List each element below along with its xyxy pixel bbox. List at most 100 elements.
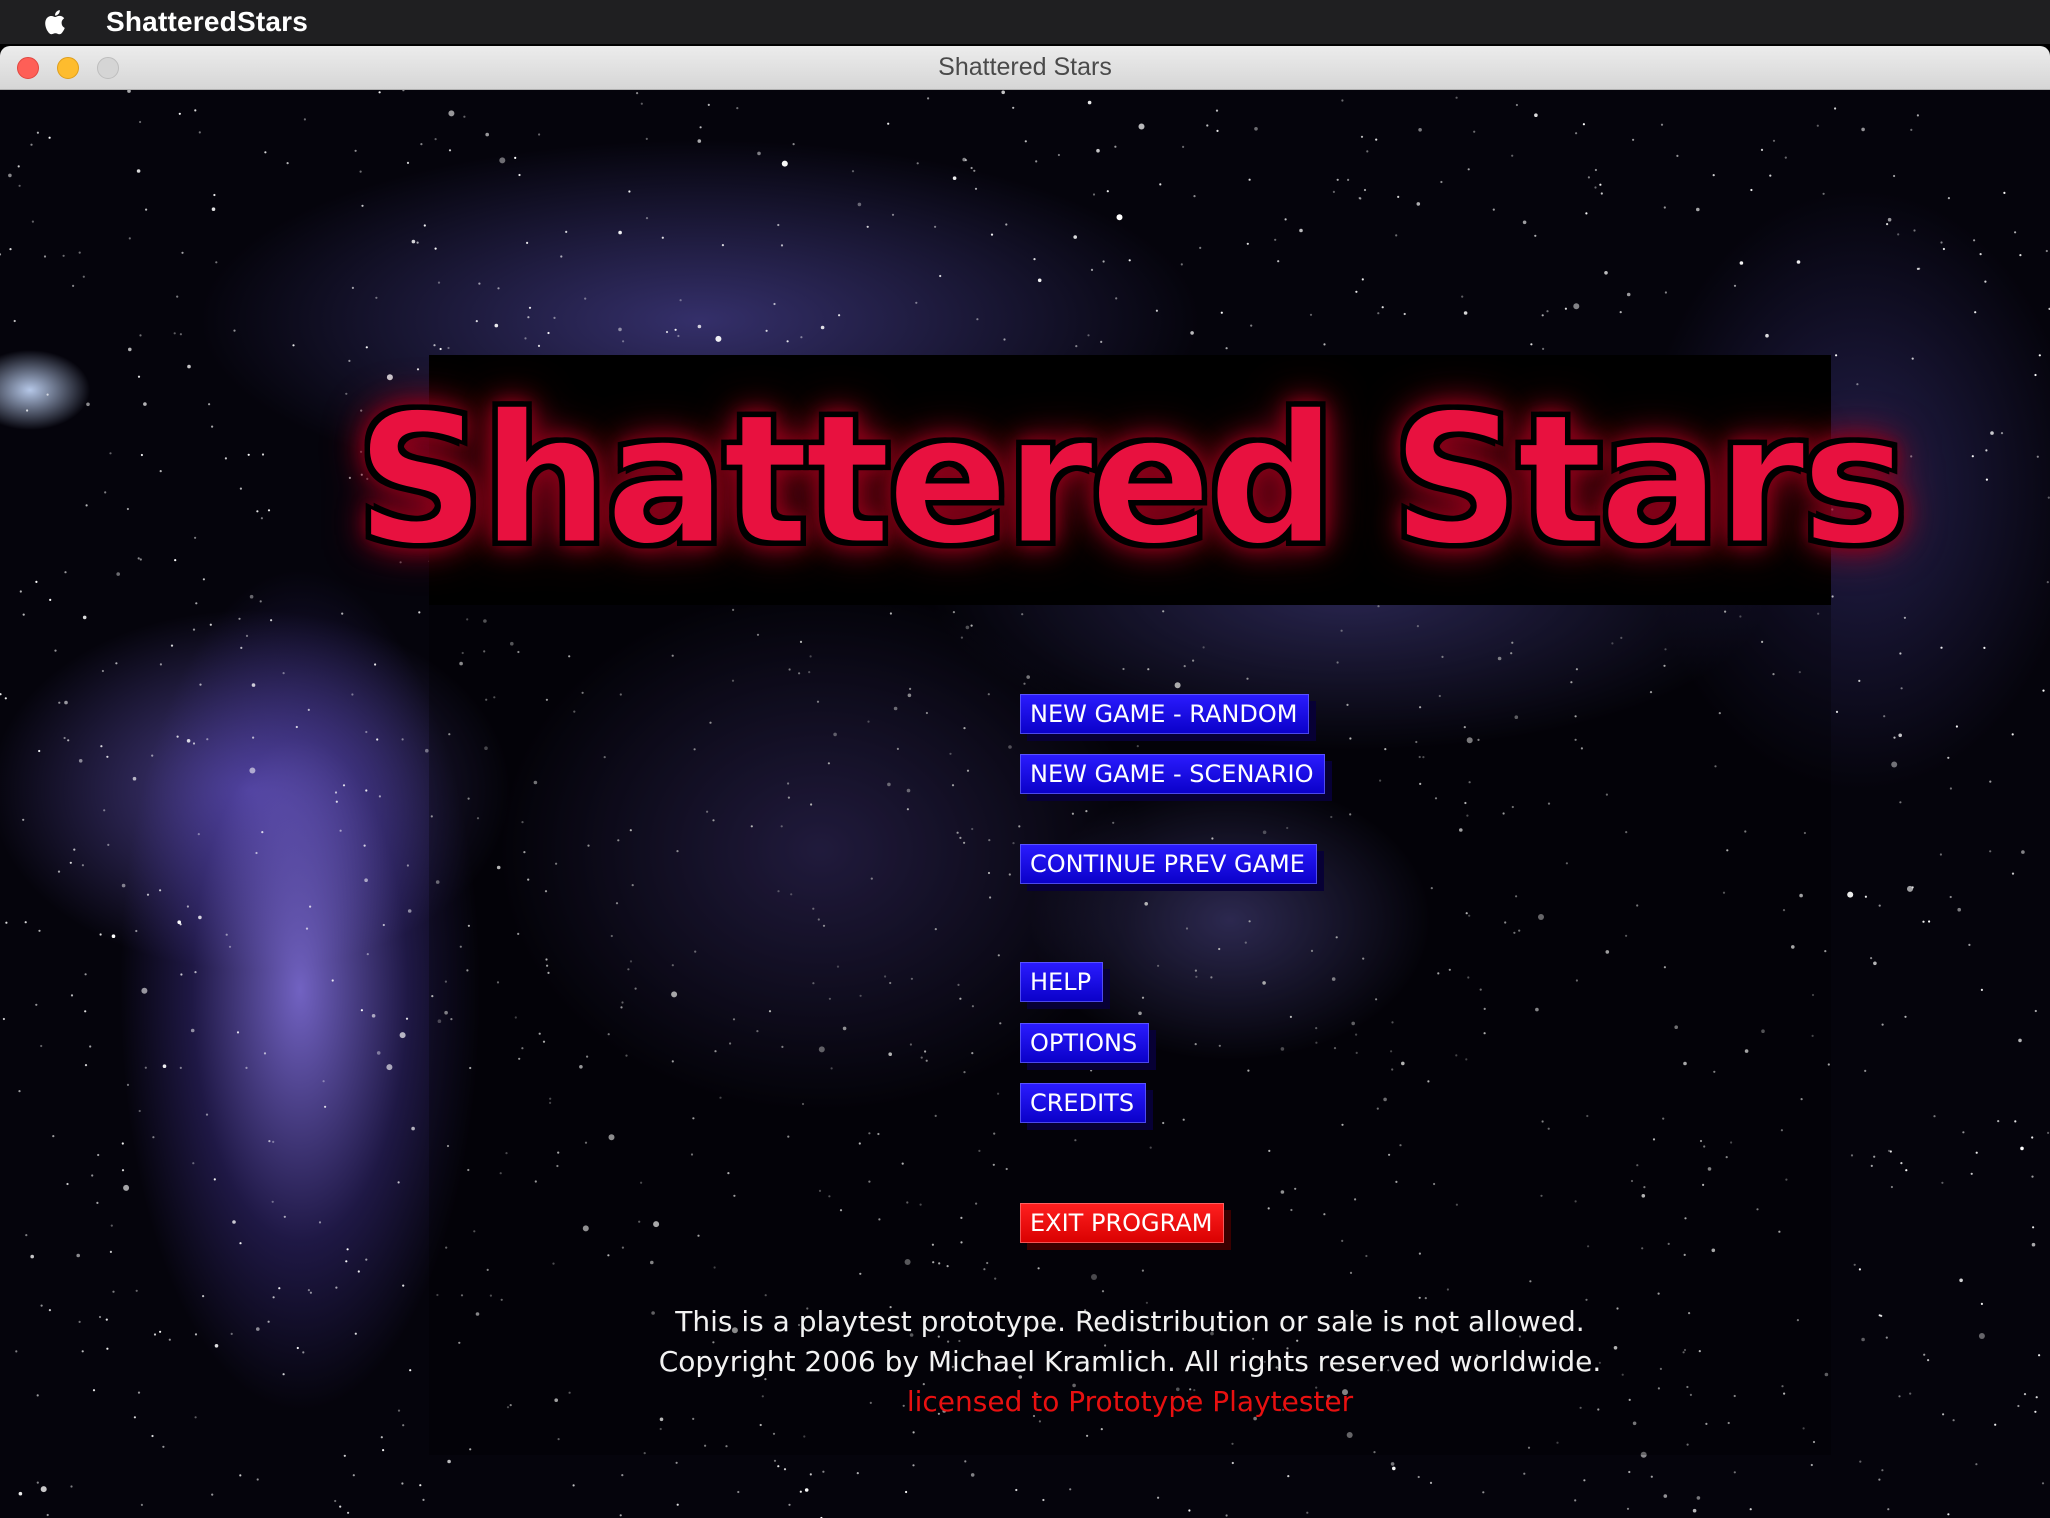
exit-program-button[interactable]: EXIT PROGRAM bbox=[1020, 1203, 1225, 1243]
star bbox=[228, 945, 232, 948]
star bbox=[699, 126, 702, 129]
window-zoom-button[interactable] bbox=[97, 57, 119, 79]
star bbox=[1870, 1164, 1873, 1167]
star bbox=[19, 590, 22, 593]
star bbox=[354, 149, 357, 152]
star bbox=[46, 393, 49, 396]
star bbox=[82, 275, 85, 278]
star bbox=[494, 323, 499, 328]
footer-notice: This is a playtest prototype. Redistribu… bbox=[429, 1302, 1831, 1422]
star bbox=[179, 333, 182, 336]
star bbox=[359, 170, 362, 173]
star bbox=[448, 110, 455, 117]
star bbox=[1215, 109, 1219, 112]
star bbox=[259, 600, 262, 603]
star bbox=[240, 646, 243, 650]
playtest-notice: This is a playtest prototype. Redistribu… bbox=[675, 1305, 1585, 1338]
star bbox=[190, 1028, 195, 1033]
star bbox=[116, 572, 120, 576]
credits-button[interactable]: CREDITS bbox=[1020, 1083, 1147, 1123]
star bbox=[927, 97, 930, 100]
star bbox=[1959, 1278, 1963, 1283]
star bbox=[2042, 689, 2045, 692]
star bbox=[1309, 313, 1313, 316]
star bbox=[973, 169, 976, 172]
star bbox=[198, 131, 201, 134]
star bbox=[286, 162, 289, 165]
star bbox=[572, 1484, 575, 1487]
new-game-random-button[interactable]: NEW GAME - RANDOM bbox=[1020, 694, 1310, 734]
star bbox=[1904, 1015, 1907, 1018]
window-close-button[interactable] bbox=[17, 57, 39, 79]
continue-prev-game-button[interactable]: CONTINUE PREV GAME bbox=[1020, 844, 1317, 884]
options-button[interactable]: OPTIONS bbox=[1020, 1023, 1150, 1063]
star bbox=[186, 905, 189, 908]
star bbox=[151, 1434, 154, 1438]
star bbox=[84, 1064, 88, 1067]
window-titlebar[interactable]: Shattered Stars bbox=[0, 46, 2050, 90]
app-menu-name[interactable]: ShatteredStars bbox=[106, 6, 308, 38]
star bbox=[1650, 1475, 1653, 1478]
star bbox=[1395, 234, 1398, 237]
star bbox=[1336, 178, 1339, 181]
star bbox=[206, 738, 209, 741]
star bbox=[36, 131, 40, 134]
star bbox=[809, 1473, 812, 1476]
star bbox=[136, 169, 141, 173]
star bbox=[30, 1254, 34, 1259]
star bbox=[1220, 311, 1223, 314]
star bbox=[105, 1318, 108, 1321]
star bbox=[1955, 725, 1958, 728]
star bbox=[140, 453, 143, 457]
star bbox=[194, 1416, 197, 1419]
star bbox=[1968, 943, 1971, 947]
star bbox=[434, 138, 437, 141]
new-game-scenario-button[interactable]: NEW GAME - SCENARIO bbox=[1020, 754, 1326, 794]
star bbox=[1907, 885, 1913, 892]
star bbox=[1159, 183, 1162, 186]
star bbox=[674, 328, 677, 331]
star bbox=[18, 184, 21, 187]
star bbox=[2017, 1404, 2020, 1408]
star bbox=[912, 1464, 915, 1467]
star bbox=[194, 536, 197, 539]
star bbox=[1190, 331, 1194, 335]
star bbox=[1913, 229, 1916, 232]
star bbox=[1861, 1337, 1865, 1342]
star bbox=[1188, 1509, 1191, 1512]
star bbox=[1898, 1395, 1901, 1398]
star bbox=[645, 217, 649, 220]
star bbox=[195, 602, 198, 605]
star bbox=[1928, 920, 1931, 923]
star bbox=[1663, 206, 1666, 209]
star bbox=[26, 409, 29, 412]
star bbox=[1522, 220, 1527, 225]
apple-logo-icon[interactable] bbox=[42, 8, 66, 36]
star bbox=[640, 102, 643, 105]
star bbox=[194, 1333, 198, 1336]
star bbox=[1923, 1353, 1926, 1356]
star bbox=[40, 1486, 47, 1493]
star bbox=[527, 316, 530, 319]
help-button[interactable]: HELP bbox=[1020, 962, 1104, 1002]
star bbox=[121, 883, 126, 888]
star bbox=[537, 344, 541, 347]
star bbox=[208, 403, 211, 406]
star bbox=[1541, 314, 1544, 317]
star bbox=[1467, 168, 1470, 171]
star bbox=[420, 143, 423, 146]
star bbox=[84, 973, 87, 976]
star bbox=[1087, 100, 1092, 105]
star bbox=[376, 1051, 381, 1055]
star bbox=[82, 615, 87, 620]
star bbox=[64, 571, 67, 574]
star bbox=[1990, 431, 1994, 435]
star bbox=[211, 207, 216, 211]
star bbox=[538, 133, 541, 136]
star bbox=[1696, 207, 1700, 212]
star bbox=[1600, 192, 1603, 195]
star bbox=[22, 818, 25, 821]
star bbox=[676, 1503, 679, 1506]
window-minimize-button[interactable] bbox=[57, 57, 79, 79]
star bbox=[162, 1445, 165, 1448]
